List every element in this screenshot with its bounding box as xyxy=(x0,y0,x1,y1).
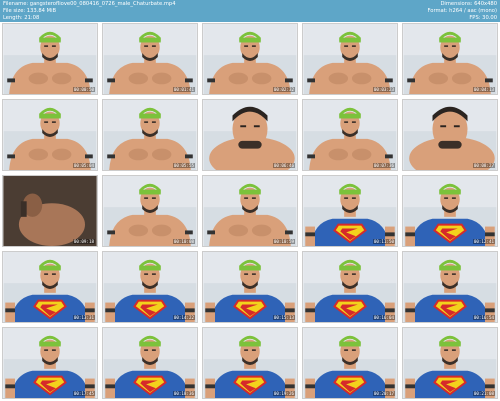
frame-timestamp: 00:07:36 xyxy=(372,163,395,168)
frame-image xyxy=(403,176,497,246)
thumbnail-grid: 00:00:50 00:01:41 00:02:32 00:03:23 00:04:13… xyxy=(2,23,498,399)
thumbnail-frame: 00:10:59 xyxy=(202,175,298,247)
thumbnail-frame: 00:09:18 xyxy=(2,175,98,247)
frame-image xyxy=(403,24,497,94)
frame-image xyxy=(3,100,97,170)
thumbnail-frame: 00:06:46 xyxy=(202,99,298,171)
thumbnail-frame: 00:16:54 xyxy=(402,251,498,323)
frame-timestamp: 00:05:55 xyxy=(172,163,195,168)
frame-image xyxy=(403,100,497,170)
frame-timestamp: 00:04:13 xyxy=(472,87,495,92)
thumbnail-frame: 00:19:26 xyxy=(202,327,298,399)
thumbnail-frame: 00:05:55 xyxy=(102,99,198,171)
frame-image xyxy=(303,176,397,246)
thumbnail-frame: 00:03:23 xyxy=(302,23,398,95)
length-value: 21:08 xyxy=(24,15,40,21)
frame-timestamp: 00:17:45 xyxy=(72,391,95,396)
frame-image xyxy=(103,328,197,398)
header-left: Filename: gangsterofliove00_080416_0726_… xyxy=(3,1,176,22)
thumbnail-frame: 00:10:08 xyxy=(102,175,198,247)
filename-label: Filename: xyxy=(3,1,29,7)
frame-image xyxy=(203,328,297,398)
frame-image xyxy=(403,328,497,398)
frame-image xyxy=(203,252,297,322)
fps-value: 30.00 xyxy=(482,15,497,21)
frame-image xyxy=(303,328,397,398)
frame-image xyxy=(203,176,297,246)
frame-image xyxy=(3,328,97,398)
filename-line: Filename: gangsterofliove00_080416_0726_… xyxy=(3,1,176,8)
format-label: Format: xyxy=(427,8,448,14)
thumbnail-frame: 00:01:41 xyxy=(102,23,198,95)
frame-timestamp: 00:01:41 xyxy=(172,87,195,92)
frame-image xyxy=(303,100,397,170)
filesize-line: File size: 133.84 MiB xyxy=(3,8,176,15)
thumbnail-frame: 00:13:31 xyxy=(2,251,98,323)
thumbnail-frame: 00:05:04 xyxy=(2,99,98,171)
frame-timestamp: 00:03:23 xyxy=(372,87,395,92)
frame-image xyxy=(403,252,497,322)
frame-image xyxy=(3,24,97,94)
header-right: Dimensions: 640x480 Format: h264 / aac (… xyxy=(427,1,497,22)
fps-label: FPS: xyxy=(469,15,481,21)
frame-timestamp: 00:06:46 xyxy=(272,163,295,168)
frame-timestamp: 00:13:31 xyxy=(72,315,95,320)
frame-timestamp: 00:10:59 xyxy=(272,239,295,244)
thumbnail-frame: 00:07:36 xyxy=(302,99,398,171)
format-line: Format: h264 / aac (mono) xyxy=(427,8,497,15)
thumbnail-frame: 00:16:04 xyxy=(302,251,398,323)
thumbnail-frame: 00:12:41 xyxy=(402,175,498,247)
frame-image xyxy=(303,24,397,94)
frame-timestamp: 00:16:54 xyxy=(472,315,495,320)
length-line: Length: 21:08 xyxy=(3,15,176,22)
frame-timestamp: 00:18:36 xyxy=(172,391,195,396)
thumbnail-frame: 00:11:50 xyxy=(302,175,398,247)
frame-image xyxy=(3,176,97,246)
thumbnail-frame: 00:02:32 xyxy=(202,23,298,95)
frame-image xyxy=(303,252,397,322)
filesize-label: File size: xyxy=(3,8,26,14)
dimensions-value: 640x480 xyxy=(474,1,497,7)
frame-timestamp: 00:00:50 xyxy=(72,87,95,92)
thumbnail-frame: 00:08:27 xyxy=(402,99,498,171)
frame-timestamp: 00:12:41 xyxy=(472,239,495,244)
thumbnail-frame: 00:21:08 xyxy=(402,327,498,399)
frame-timestamp: 00:21:08 xyxy=(472,391,495,396)
frame-timestamp: 00:20:17 xyxy=(372,391,395,396)
frame-timestamp: 00:08:27 xyxy=(472,163,495,168)
frame-timestamp: 00:19:26 xyxy=(272,391,295,396)
frame-image xyxy=(103,24,197,94)
thumbnail-frame: 00:14:22 xyxy=(102,251,198,323)
fps-line: FPS: 30.00 xyxy=(427,15,497,22)
frame-timestamp: 00:05:04 xyxy=(72,163,95,168)
frame-image xyxy=(203,100,297,170)
dimensions-label: Dimensions: xyxy=(440,1,473,7)
frame-image xyxy=(103,176,197,246)
thumbnail-frame: 00:15:13 xyxy=(202,251,298,323)
frame-timestamp: 00:16:04 xyxy=(372,315,395,320)
thumbnail-frame: 00:00:50 xyxy=(2,23,98,95)
thumbnail-frame: 00:04:13 xyxy=(402,23,498,95)
frame-timestamp: 00:09:18 xyxy=(72,239,95,244)
thumbnail-frame: 00:17:45 xyxy=(2,327,98,399)
dimensions-line: Dimensions: 640x480 xyxy=(427,1,497,8)
filename-value: gangsterofliove00_080416_0726_male_Chatu… xyxy=(29,1,176,7)
thumbnail-frame: 00:18:36 xyxy=(102,327,198,399)
frame-image xyxy=(103,100,197,170)
frame-timestamp: 00:10:08 xyxy=(172,239,195,244)
format-value: h264 / aac (mono) xyxy=(449,8,497,14)
frame-image xyxy=(203,24,297,94)
frame-image xyxy=(103,252,197,322)
filesize-value: 133.84 MiB xyxy=(26,8,57,14)
frame-timestamp: 00:11:50 xyxy=(372,239,395,244)
frame-timestamp: 00:14:22 xyxy=(172,315,195,320)
length-label: Length: xyxy=(3,15,23,21)
frame-image xyxy=(3,252,97,322)
thumbnail-frame: 00:20:17 xyxy=(302,327,398,399)
info-header: Filename: gangsterofliove00_080416_0726_… xyxy=(0,0,500,22)
frame-timestamp: 00:15:13 xyxy=(272,315,295,320)
frame-timestamp: 00:02:32 xyxy=(272,87,295,92)
